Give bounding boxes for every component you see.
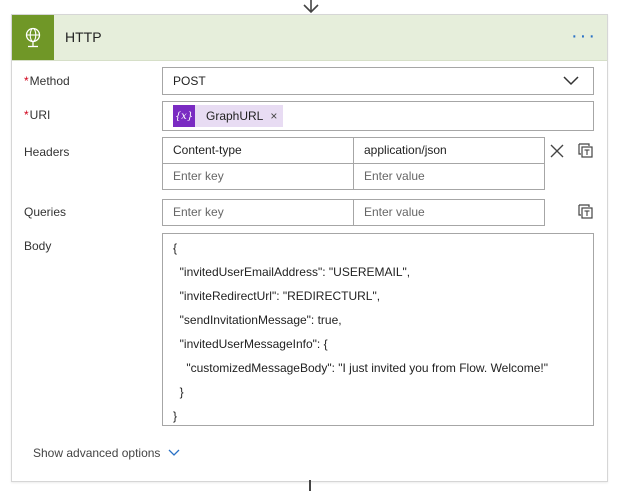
body-line: "sendInvitationMessage": true, xyxy=(173,313,342,327)
chevron-down-icon xyxy=(168,449,180,456)
connector-arrow-icon xyxy=(303,0,319,14)
header-key-input[interactable]: Enter key xyxy=(162,163,355,190)
body-line: } xyxy=(173,385,184,399)
close-icon[interactable] xyxy=(550,144,564,158)
required-marker: * xyxy=(24,74,29,88)
variable-icon: {x} xyxy=(173,105,195,127)
show-advanced-options-toggle[interactable]: Show advanced options xyxy=(33,445,180,461)
body-line: "inviteRedirectUrl": "REDIRECTURL", xyxy=(173,289,381,303)
body-line: "invitedUserMessageInfo": { xyxy=(173,337,328,351)
card-title: HTTP xyxy=(65,29,102,45)
body-textarea[interactable]: { "invitedUserEmailAddress": "USEREMAIL"… xyxy=(162,233,594,426)
method-dropdown[interactable]: POST xyxy=(162,67,594,95)
chevron-down-icon xyxy=(563,76,579,86)
uri-label: *URI xyxy=(24,108,51,122)
switch-to-text-mode-icon[interactable] xyxy=(578,204,594,220)
method-label: *Method xyxy=(24,74,70,88)
remove-token-icon[interactable]: × xyxy=(270,109,277,123)
method-value: POST xyxy=(173,74,206,88)
token-label: GraphURL xyxy=(206,109,264,123)
switch-to-text-mode-icon[interactable] xyxy=(578,143,594,159)
connector-line xyxy=(309,480,311,491)
required-marker: * xyxy=(24,108,29,122)
header-value-cell[interactable]: application/json xyxy=(353,137,545,164)
body-line: "invitedUserEmailAddress": "USEREMAIL", xyxy=(173,265,411,279)
body-line: } xyxy=(173,409,178,423)
advanced-options-label: Show advanced options xyxy=(33,446,161,460)
globe-icon xyxy=(12,15,54,60)
query-key-input[interactable]: Enter key xyxy=(162,199,355,226)
headers-label: Headers xyxy=(24,145,70,159)
query-value-input[interactable]: Enter value xyxy=(353,199,545,226)
header-key-cell[interactable]: Content-type xyxy=(162,137,355,164)
header-value-input[interactable]: Enter value xyxy=(353,163,545,190)
card-header[interactable]: HTTP ··· xyxy=(12,15,607,61)
graphurl-token[interactable]: {x} GraphURL × xyxy=(173,105,284,127)
body-line: { xyxy=(173,241,178,255)
uri-input[interactable]: {x} GraphURL × xyxy=(162,101,594,131)
queries-label: Queries xyxy=(24,205,67,219)
http-action-card: HTTP ··· *Method POST *URI {x} GraphURL … xyxy=(11,14,608,482)
body-line: "customizedMessageBody": "I just invited… xyxy=(173,361,548,375)
more-options-button[interactable]: ··· xyxy=(571,15,597,60)
body-label: Body xyxy=(24,239,52,253)
